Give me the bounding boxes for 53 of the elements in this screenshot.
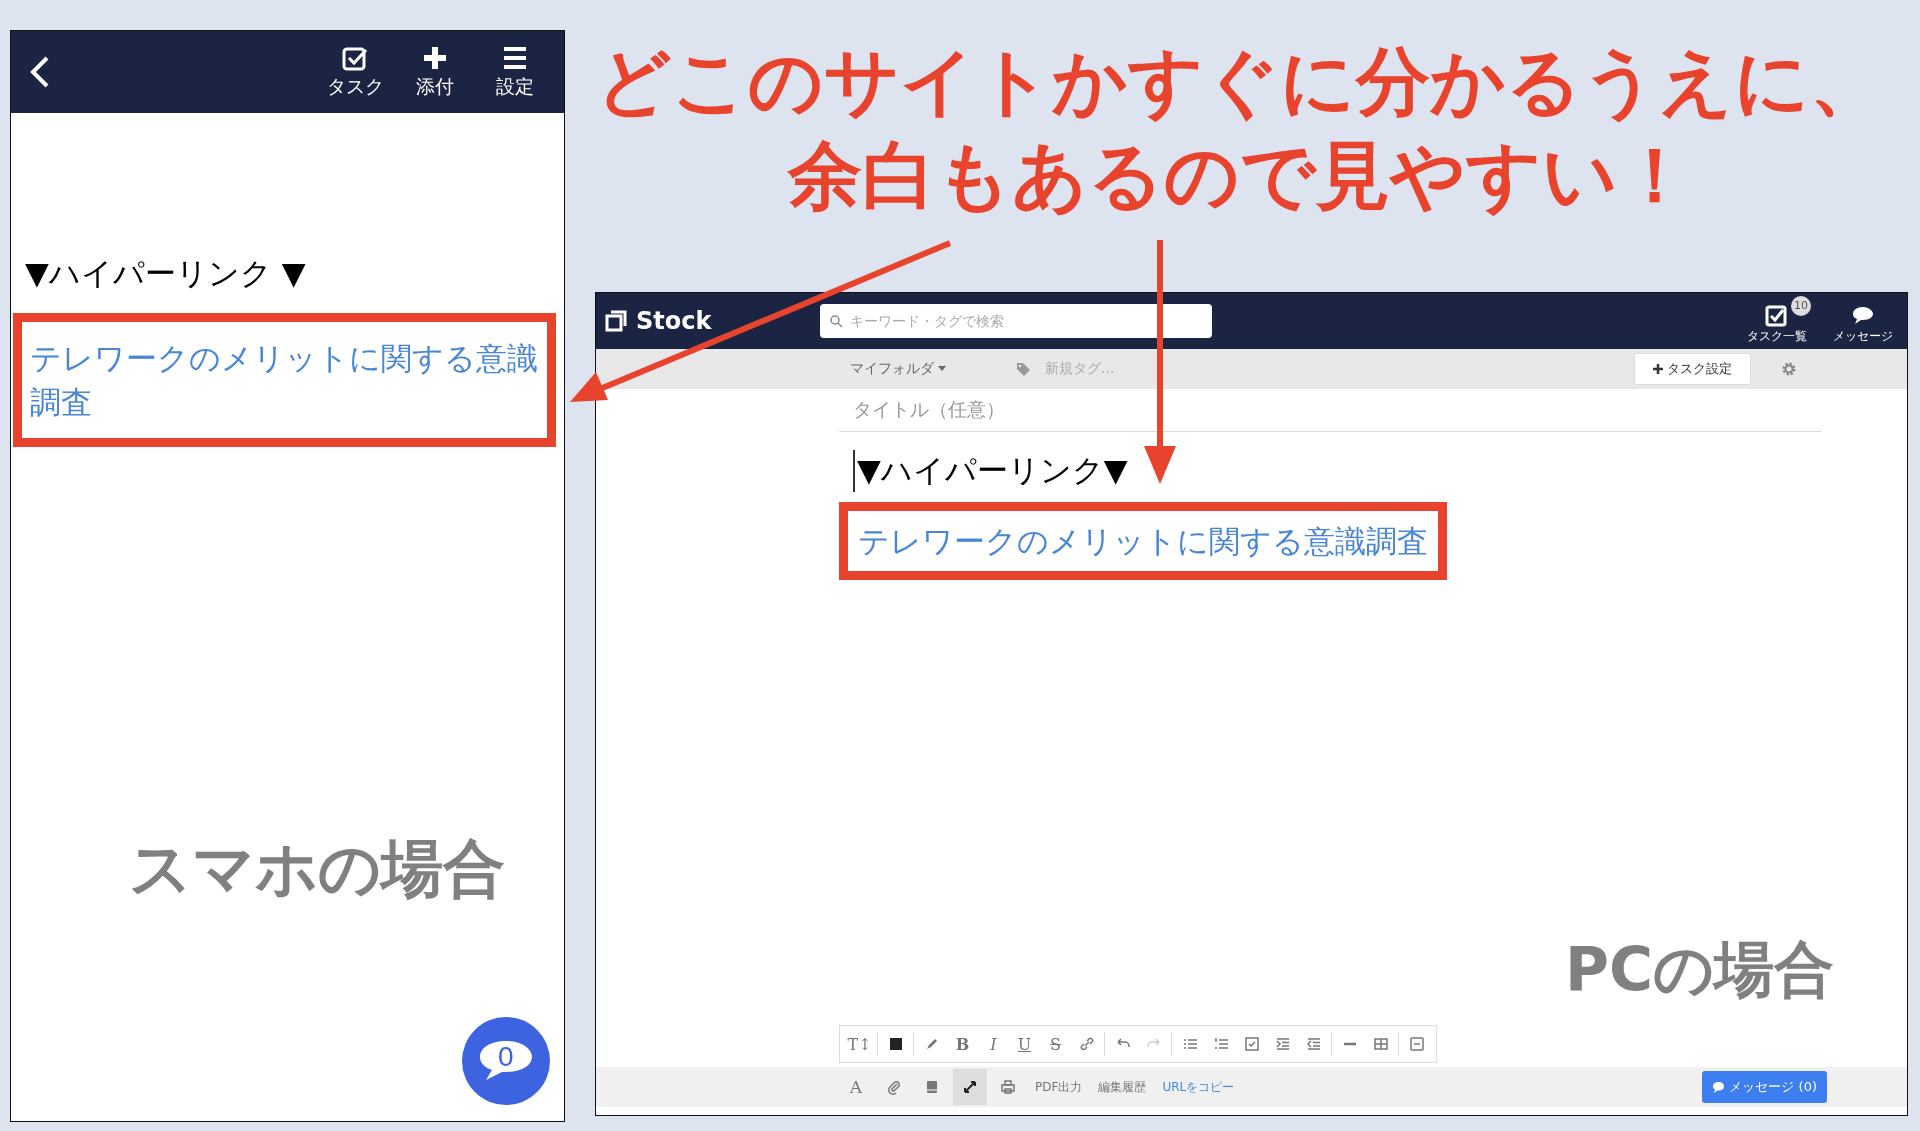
numbered-list-icon [1212, 1036, 1229, 1052]
caption-text: スマホの場合 [129, 831, 506, 907]
format-button[interactable]: S [1040, 1029, 1071, 1059]
toolbar-button[interactable]: 設定 [484, 44, 546, 100]
headline-text: どこのサイトかすぐに分かるうえに、 余白もあるので見やすい！ [595, 37, 1885, 220]
count-badge: 10 [1791, 295, 1811, 316]
title-field[interactable]: タイトル（任意） [839, 389, 1822, 432]
plus-icon [1653, 364, 1663, 374]
minus-box-icon [1408, 1036, 1425, 1052]
copy-url-link[interactable]: URLをコピー [1156, 1069, 1241, 1105]
printer-icon [1000, 1079, 1016, 1095]
font-button[interactable]: A [839, 1069, 873, 1105]
table-icon [1372, 1036, 1389, 1052]
search-field[interactable]: キーワード・タグで検索 [820, 304, 1212, 338]
chat-button[interactable]: 0 [462, 1017, 550, 1105]
checkbox-icon [1243, 1036, 1260, 1052]
hyperlink[interactable]: テレワークのメリットに関する意識調査 [858, 519, 1428, 563]
caption-text: PCの場合 [1565, 933, 1834, 1006]
heading-text: ▼ハイパーリンク ▼ [25, 254, 307, 293]
square-icon [887, 1036, 904, 1052]
folder-dropdown[interactable]: マイフォルダ [850, 360, 946, 378]
toolbar-button[interactable] [953, 1069, 987, 1105]
brand-name: Stock [636, 307, 712, 335]
format-button[interactable]: U [1009, 1029, 1040, 1059]
toolbar-link[interactable]: 編集履歴 [1092, 1069, 1153, 1105]
header-button[interactable]: メッセージ [1827, 295, 1899, 347]
bullet-list-icon [1181, 1036, 1198, 1052]
toolbar-button[interactable]: タスク [324, 44, 386, 100]
format-button[interactable]: I [978, 1029, 1009, 1059]
speech-bubble-icon [1712, 1080, 1726, 1094]
logo-icon [604, 309, 628, 333]
format-button[interactable]: T↕ [844, 1029, 875, 1059]
task-setting-button[interactable]: タスク設定 [1634, 353, 1751, 385]
paperclip-icon [886, 1079, 902, 1095]
hyperlink[interactable]: テレワークのメリットに関する意識調査 [30, 336, 541, 424]
tag-icon [1016, 361, 1031, 377]
expand-icon [962, 1079, 978, 1095]
checkbox-icon [1765, 303, 1789, 328]
settings-icon[interactable] [1781, 361, 1797, 377]
caret-icon [938, 366, 946, 372]
book-icon [924, 1079, 940, 1095]
header-button[interactable]: タスク一覧 10 [1741, 295, 1813, 347]
message-button[interactable]: メッセージ (0) [1702, 1071, 1827, 1103]
plus-icon [421, 44, 449, 72]
back-icon[interactable] [29, 55, 51, 89]
toolbar-button[interactable]: 添付 [404, 44, 466, 100]
outdent-icon [1305, 1036, 1322, 1052]
menu-icon [501, 44, 529, 72]
heading-text: ▼ハイパーリンク▼ [853, 450, 1128, 492]
toolbar-link[interactable]: PDF出力 [1029, 1069, 1089, 1105]
format-button[interactable]: B [947, 1029, 978, 1059]
link-icon [1078, 1036, 1095, 1052]
indent-icon [1274, 1036, 1291, 1052]
